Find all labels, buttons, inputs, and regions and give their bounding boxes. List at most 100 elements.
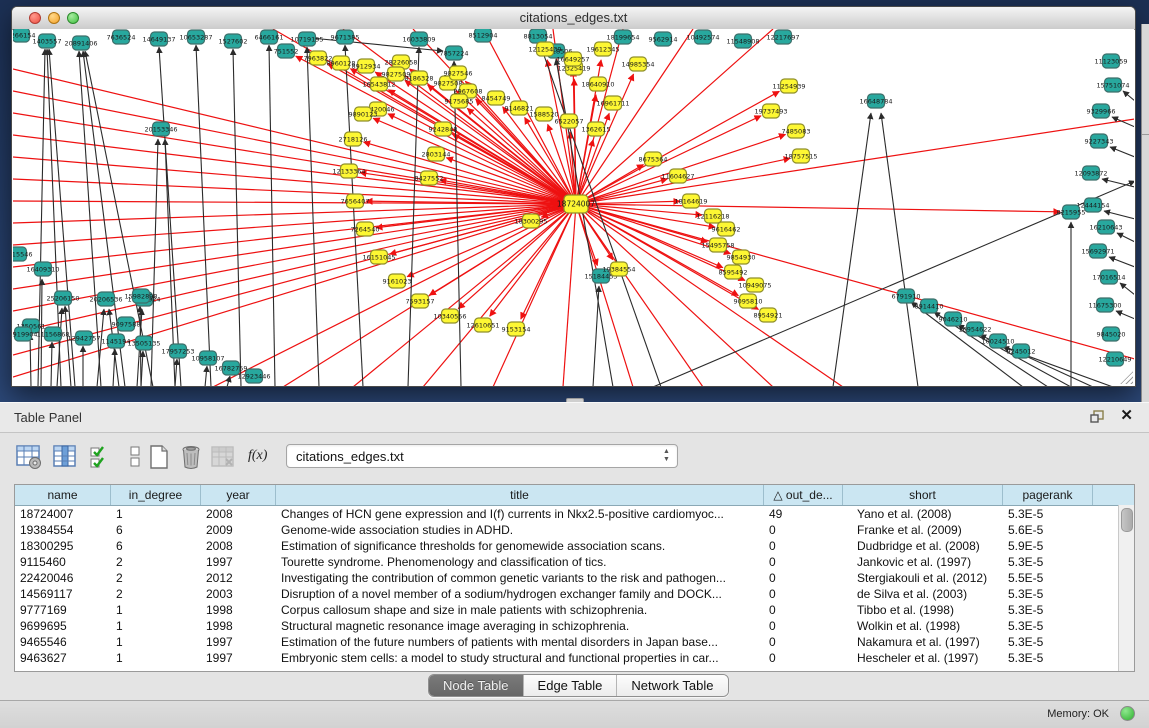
graph-node-label: 11123059 bbox=[1094, 57, 1127, 65]
graph-node-label: 20206536 bbox=[89, 295, 122, 303]
column-header-6[interactable]: pagerank bbox=[1003, 485, 1093, 505]
column-header-3[interactable]: title bbox=[276, 485, 764, 505]
scrollbar-thumb[interactable] bbox=[1121, 508, 1133, 532]
close-panel-icon[interactable]: ✕ bbox=[1120, 408, 1133, 424]
table-cell: 1997 bbox=[201, 554, 276, 570]
graph-node-label: 11548908 bbox=[726, 37, 759, 45]
graph-node-label: 8186328 bbox=[405, 74, 434, 82]
table-row[interactable]: 911546021997Tourette syndrome. Phenomeno… bbox=[15, 554, 1134, 570]
table-row[interactable]: 946362711997Embryonic stem cells: a mode… bbox=[15, 650, 1134, 666]
table-cell: 1 bbox=[111, 650, 201, 666]
table-cell: 2 bbox=[111, 586, 201, 602]
table-cell: 1 bbox=[111, 618, 201, 634]
graph-node-label: 12942757 bbox=[67, 334, 100, 342]
table-cell: Estimation of significance thresholds fo… bbox=[276, 538, 764, 554]
network-graph[interactable]: 9266154140355720891406763652414649137106… bbox=[13, 29, 1134, 386]
graph-node-label: 8914410 bbox=[915, 302, 944, 310]
table-cell: 22420046 bbox=[15, 570, 111, 586]
graph-node-label: 11156868 bbox=[36, 330, 69, 338]
graph-node-label: 6791910 bbox=[892, 292, 921, 300]
graph-node-label: 11675300 bbox=[1088, 301, 1121, 309]
table-cell: Wolkin et al. (1998) bbox=[843, 618, 1003, 634]
graph-node-label: 18164619 bbox=[674, 197, 707, 205]
graph-node-label: 10949075 bbox=[738, 281, 771, 289]
graph-node-label: 12217697 bbox=[766, 33, 799, 41]
show-columns-icon[interactable] bbox=[52, 444, 78, 470]
table-cell: 5.9E-5 bbox=[1003, 538, 1093, 554]
table-select-combobox[interactable]: citations_edges.txt ▲▼ bbox=[286, 444, 678, 468]
graph-node-label: 9153154 bbox=[502, 325, 531, 333]
graph-node-label: 18757515 bbox=[784, 152, 817, 160]
graph-node-label: 18300295 bbox=[514, 217, 547, 225]
table-cell: Investigating the contribution of common… bbox=[276, 570, 764, 586]
graph-node-label: 15751074 bbox=[1096, 81, 1129, 89]
network-window: citations_edges.txt 92661541403557208914… bbox=[11, 6, 1136, 387]
table-row[interactable]: 946554611997Estimation of the future num… bbox=[15, 634, 1134, 650]
tab-network-table[interactable]: Network Table bbox=[617, 675, 727, 696]
column-header-0[interactable]: name bbox=[15, 485, 111, 505]
table-row[interactable]: 2242004622012Investigating the contribut… bbox=[15, 570, 1134, 586]
function-builder-icon[interactable]: f(x) bbox=[248, 448, 267, 464]
column-header-5[interactable]: short bbox=[843, 485, 1003, 505]
float-panel-icon[interactable] bbox=[1090, 410, 1105, 423]
table-cell: 9777169 bbox=[15, 602, 111, 618]
table-cell: Stergiakouli et al. (2012) bbox=[843, 570, 1003, 586]
table-cell: 2008 bbox=[201, 538, 276, 554]
tab-node-table[interactable]: Node Table bbox=[429, 675, 524, 696]
graph-node-label: 8595492 bbox=[719, 268, 748, 276]
table-vertical-scrollbar[interactable] bbox=[1118, 505, 1134, 671]
new-column-icon[interactable] bbox=[146, 444, 172, 470]
graph-edge bbox=[51, 342, 52, 386]
graph-edge bbox=[423, 204, 576, 386]
table-settings-icon[interactable] bbox=[16, 444, 42, 470]
tab-edge-table[interactable]: Edge Table bbox=[524, 675, 618, 696]
graph-node-label: 19737493 bbox=[754, 107, 787, 115]
select-all-icon[interactable] bbox=[88, 444, 114, 470]
graph-node-label: 20891406 bbox=[64, 39, 97, 47]
unselect-all-icon[interactable] bbox=[122, 444, 148, 470]
column-header-1[interactable]: in_degree bbox=[111, 485, 201, 505]
table-cell: 1998 bbox=[201, 618, 276, 634]
table-row[interactable]: 1830029562008Estimation of significance … bbox=[15, 538, 1134, 554]
window-resize-grip[interactable] bbox=[1120, 371, 1133, 384]
graph-node-label: 10958107 bbox=[191, 354, 224, 362]
graph-node-label: 16151045 bbox=[362, 253, 395, 261]
table-row[interactable]: 1938455462009Genome-wide association stu… bbox=[15, 522, 1134, 538]
graph-edge bbox=[196, 45, 211, 386]
graph-node-label: 9671385 bbox=[331, 33, 360, 41]
graph-node-label: 9095810 bbox=[734, 297, 763, 305]
table-row[interactable]: 1872400712008Changes of HCN gene express… bbox=[15, 506, 1134, 522]
table-cell: Tourette syndrome. Phenomenology and cla… bbox=[276, 554, 764, 570]
column-header-2[interactable]: year bbox=[201, 485, 276, 505]
column-header-4[interactable]: △ out_de... bbox=[764, 485, 843, 505]
graph-node-label: 14649137 bbox=[142, 35, 175, 43]
table-row[interactable]: 1456911722003Disruption of a novel membe… bbox=[15, 586, 1134, 602]
table-cell: 5.3E-5 bbox=[1003, 506, 1093, 522]
table-cell: 0 bbox=[764, 538, 843, 554]
table-cell: Hescheler et al. (1997) bbox=[843, 650, 1003, 666]
delete-column-icon[interactable] bbox=[178, 444, 204, 470]
table-cell: Structural magnetic resonance image aver… bbox=[276, 618, 764, 634]
graph-edge bbox=[1109, 257, 1134, 267]
table-row[interactable]: 969969511998Structural magnetic resonanc… bbox=[15, 618, 1134, 634]
graph-edge bbox=[1110, 147, 1134, 157]
table-cell: Estimation of the future numbers of pati… bbox=[276, 634, 764, 650]
graph-node-label: 18724007 bbox=[557, 199, 595, 208]
table-cell: 1 bbox=[111, 506, 201, 522]
table-cell: 5.3E-5 bbox=[1003, 602, 1093, 618]
graph-node-label: 16961711 bbox=[596, 99, 629, 107]
graph-node-label: 10653287 bbox=[179, 33, 212, 41]
table-cell: 9463627 bbox=[15, 650, 111, 666]
memory-status-label: Memory: OK bbox=[1047, 708, 1109, 720]
table-cell: Tibbo et al. (1998) bbox=[843, 602, 1003, 618]
graph-node-label: 9161023 bbox=[383, 277, 412, 285]
table-cell: Changes of HCN gene expression and I(f) … bbox=[276, 506, 764, 522]
graph-edge bbox=[175, 359, 177, 386]
table-cell: Nakamura et al. (1997) bbox=[843, 634, 1003, 650]
table-row[interactable]: 977716911998Corpus callosum shape and si… bbox=[15, 602, 1134, 618]
network-view-canvas[interactable]: 9266154140355720891406763652414649137106… bbox=[13, 29, 1134, 386]
window-titlebar[interactable]: citations_edges.txt bbox=[12, 7, 1135, 30]
graph-edge bbox=[576, 204, 843, 386]
graph-edge bbox=[1117, 233, 1134, 242]
graph-node-label: 7656407 bbox=[341, 197, 370, 205]
